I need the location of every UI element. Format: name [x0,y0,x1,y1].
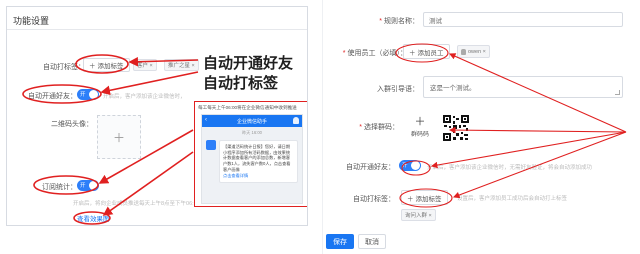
message-link: 点击查看详情 [223,173,249,179]
toggle-knob [411,161,420,170]
plus-icon: ＋ [414,116,426,128]
staff-label: * 使用员工（必填）： [342,50,407,57]
qr-select-label: * 选择群码： [359,124,399,131]
toggle-switch[interactable]: 开 [77,89,99,100]
chat-header: ‹ 企业微信助手 [202,115,302,127]
divider [7,29,307,30]
add-tag-button-label: 添加标签 [415,195,442,203]
tag-chip[interactable]: 客户 × [133,59,157,71]
subscribe-hint: 开启后，将向企业成员推送每天上午8点至下午06:00添加的客户添加效果统计数据 [73,201,197,207]
add-staff-button-label: 添加员工 [417,49,444,57]
tag-chip[interactable]: 询问入群 × [401,209,436,221]
rule-name-input[interactable]: 测试 [423,12,623,27]
plus-icon: ＋ [407,195,414,203]
toggle-text: 开 [402,163,408,169]
preview-note: 每工每天上午06:00将在企业微信通知中收到推送 [198,105,297,110]
plus-icon: ＋ [409,49,416,57]
greeting-text: 这是一个测试。 [430,85,476,92]
tag-chip[interactable]: 推广之星 × [164,59,199,71]
cancel-button[interactable]: 取消 [358,234,386,249]
panel-title: 功能设置 [13,16,50,26]
greeting-textarea[interactable]: 这是一个测试。 [423,76,623,98]
message-bubble: 【渠道活码统计日报】您好，请日期小程序添加所有活码数据，由效果统计数据查看客户的… [219,140,298,184]
resize-handle[interactable] [615,90,620,95]
save-button[interactable]: 保存 [326,234,354,249]
qr-upload-button[interactable]: ＋ 群码码 [403,113,437,143]
qr-code-icon [443,115,469,141]
plus-icon: ＋ [112,130,125,145]
right-form-panel: * 规则名称： 测试 * 使用员工（必填）： ＋ 添加员工 owen × 入群引导语… [322,0,640,254]
add-staff-button[interactable]: ＋ 添加员工 [403,44,450,59]
subscribe-label: 订阅统计： [42,184,77,191]
view-preview-link[interactable]: 查看效果图 [77,213,110,223]
add-tag-button[interactable]: ＋ 添加标签 [401,190,448,205]
auto-accept-hint: 开启后，客户添加该企业微信时，无需好友验证，将会自动添加成功 [427,165,593,171]
toggle-text: 开 [80,183,86,189]
auto-accept-label: 自动开通好友： [346,164,395,171]
auto-tag-label: 自动打标签： [353,196,395,203]
chat-header-title: 企业微信助手 [236,118,267,125]
add-tag-button-label: 添加标签 [97,63,124,70]
staff-chip[interactable]: owen × [457,45,490,58]
toggle-text: 开 [80,92,86,98]
bot-avatar [206,140,216,150]
message-text: 【渠道活码统计日报】您好，请日期小程序添加所有活码数据，由效果统计数据查看客户的… [223,144,291,172]
qr-avatar-label: 二维码头像： [51,121,93,128]
annotation-auto-accept: 自动开通好友 [203,55,294,72]
toggle-knob [89,181,98,190]
left-settings-panel: 功能设置 自动打标签： ＋ 添加标签 客户 × 推广之星 × 自动开通好友： 开… [6,6,308,226]
auto-tag-hint: 设置后，客户添加员工成功后会自动打上标签 [457,196,568,202]
chat-preview-image: 每工每天上午06:00将在企业微信通知中收到推送 ‹ 企业微信助手 昨天 16:… [194,101,307,207]
greeting-label: 入群引导语： [377,86,419,93]
user-icon [461,48,466,55]
qr-upload-label: 群码码 [410,132,429,138]
plus-icon: ＋ [89,63,96,70]
add-tag-button[interactable]: ＋ 添加标签 [83,58,130,72]
user-icon [293,117,299,124]
toggle-switch[interactable]: 开 [399,160,421,171]
annotation-auto-tag: 自动打标签 [203,75,279,92]
toggle-switch[interactable]: 开 [77,180,99,191]
auto-accept-label: 自动开通好友： [28,93,77,100]
auto-tag-label: 自动打标签： [43,64,85,71]
rule-name-label: * 规则名称： [379,18,419,25]
toggle-knob [89,90,98,99]
back-arrow-icon: ‹ [205,117,207,123]
auto-accept-hint: 开启后，客户添加该企业微信时，无需好友验证，将会自动添加成功 [103,94,183,100]
phone-screen: ‹ 企业微信助手 昨天 16:00 【渠道活码统计日报】您好，请日期小程序添加所… [201,114,303,204]
subscribe-toggle[interactable]: 开 [77,180,99,191]
chat-message: 【渠道活码统计日报】您好，请日期小程序添加所有活码数据，由效果统计数据查看客户的… [202,136,302,184]
auto-accept-toggle[interactable]: 开 [399,160,421,171]
qr-upload-box[interactable]: ＋ [97,115,141,159]
auto-accept-toggle[interactable]: 开 [77,89,99,100]
